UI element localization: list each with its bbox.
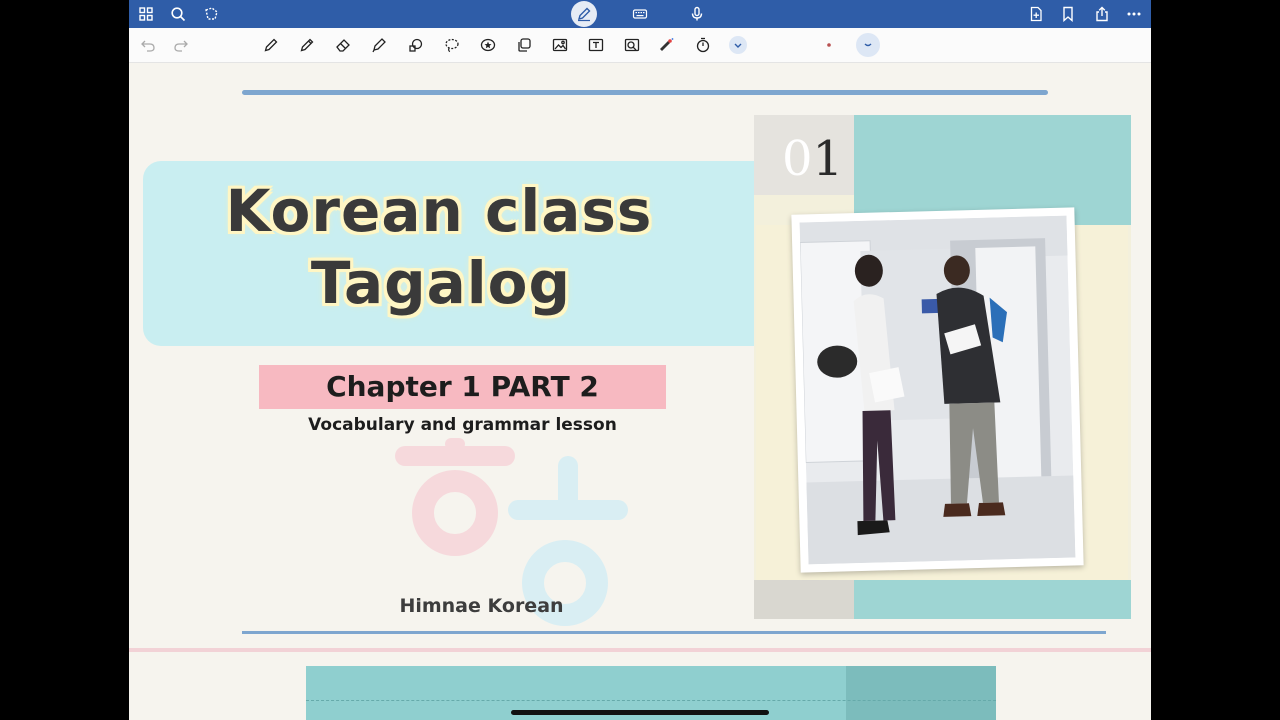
timer-icon[interactable] xyxy=(694,36,712,54)
lasso-select-icon[interactable] xyxy=(200,3,222,25)
eraser-icon[interactable] xyxy=(334,36,352,54)
notes-app: Korean class Tagalog Chapter 1 PART 2 Vo… xyxy=(129,0,1151,720)
dropdown-icon[interactable] xyxy=(729,36,747,54)
pen-icon[interactable] xyxy=(262,36,280,54)
redo-icon[interactable] xyxy=(172,36,190,54)
search-icon[interactable] xyxy=(167,3,189,25)
page-break xyxy=(129,648,1151,652)
add-page-icon[interactable] xyxy=(1025,3,1047,25)
grid-icon[interactable] xyxy=(135,3,157,25)
brand-name: Himnae Korean xyxy=(399,595,564,617)
laser-pointer-icon[interactable] xyxy=(657,36,675,54)
microphone-icon[interactable] xyxy=(686,3,708,25)
keyboard-icon[interactable] xyxy=(629,3,651,25)
sticker-icon[interactable] xyxy=(479,36,497,54)
bookmark-icon[interactable] xyxy=(1057,3,1079,25)
lasso-icon[interactable] xyxy=(443,36,461,54)
more-icon[interactable] xyxy=(1123,3,1145,25)
undo-icon[interactable] xyxy=(139,36,157,54)
divider-line xyxy=(242,631,1106,634)
top-bar xyxy=(129,0,1151,28)
title-line-1: Korean class xyxy=(225,177,653,245)
divider-line xyxy=(242,90,1048,95)
collapse-icon[interactable] xyxy=(856,33,880,57)
copy-icon[interactable] xyxy=(515,36,533,54)
chapter-banner: Chapter 1 PART 2 xyxy=(259,365,666,409)
pencil-icon[interactable] xyxy=(298,36,316,54)
home-indicator xyxy=(511,710,769,715)
shape-icon[interactable] xyxy=(407,36,425,54)
lesson-number: 01 xyxy=(782,131,844,187)
camera-icon[interactable] xyxy=(623,36,641,54)
title-band: Korean class Tagalog xyxy=(143,161,755,346)
share-icon[interactable] xyxy=(1091,3,1113,25)
drawing-toolbar xyxy=(129,28,1151,63)
title-line-2: Tagalog xyxy=(310,249,572,317)
lesson-photo[interactable] xyxy=(791,207,1084,573)
pen-mode-icon[interactable] xyxy=(571,1,597,27)
highlighter-icon[interactable] xyxy=(370,36,388,54)
color-dot[interactable] xyxy=(820,36,838,54)
image-icon[interactable] xyxy=(551,36,569,54)
text-icon[interactable] xyxy=(587,36,605,54)
lesson-subtitle: Vocabulary and grammar lesson xyxy=(308,415,617,435)
